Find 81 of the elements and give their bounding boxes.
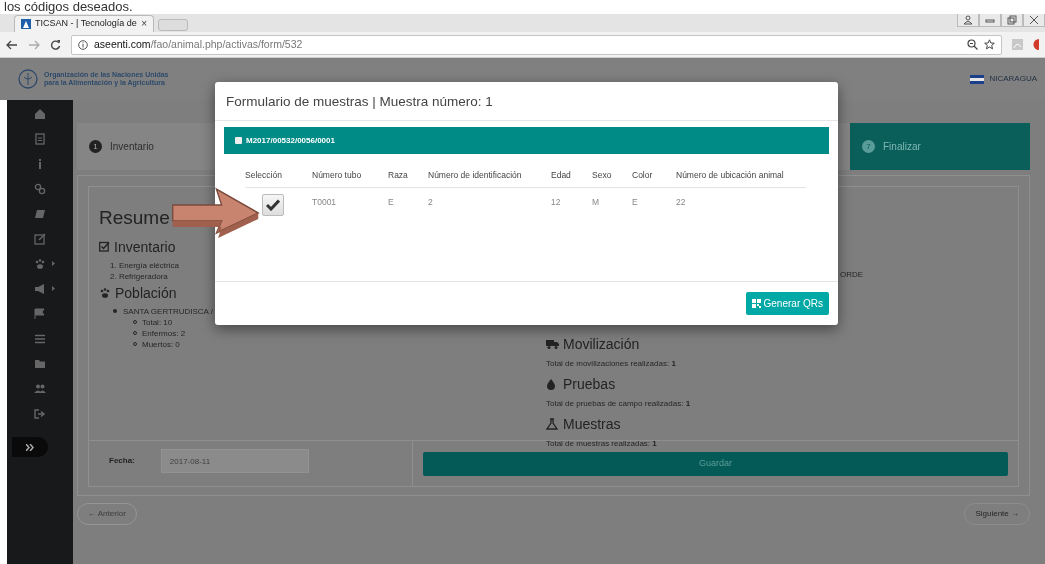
tab-close-button[interactable]: × [141, 19, 147, 29]
double-chevron-icon [26, 443, 34, 451]
profile-icon[interactable] [963, 15, 973, 25]
folder-icon[interactable] [34, 358, 46, 370]
country-name[interactable]: NICARAGUA [989, 73, 1037, 85]
close-icon[interactable] [1029, 15, 1039, 25]
list-item: Enfermos: 2 [142, 327, 186, 339]
table-cell: E [388, 196, 394, 207]
summary-text: Total de muestras realizadas: 1 [546, 438, 658, 450]
sidebar-toggle-button[interactable] [12, 437, 48, 457]
checkbox[interactable] [262, 193, 284, 216]
users-icon[interactable] [34, 383, 46, 395]
document-icon[interactable] [34, 133, 46, 145]
summary-text: Total de movilizaciones realizadas: 1 [546, 358, 677, 370]
table-cell: 12 [551, 196, 561, 207]
table-cell: 22 [676, 196, 686, 207]
book-icon[interactable] [34, 208, 46, 220]
flag-icon[interactable] [34, 308, 46, 320]
list-item: Total: 10 [142, 316, 173, 328]
table-cell: 2 [428, 196, 433, 207]
caption-text: los códigos deseados. [3, 0, 134, 14]
wizard-step-tab[interactable]: 7 Finalizar [850, 123, 1030, 170]
column-header: Número tubo [312, 164, 388, 188]
home-icon[interactable] [34, 108, 46, 120]
flag-icon [970, 74, 985, 84]
section-heading: Pruebas [563, 375, 616, 393]
section-heading: Inventario [114, 237, 176, 256]
table-cell: E [632, 196, 638, 207]
globe-logo-icon [18, 69, 38, 89]
link-icon[interactable] [34, 183, 46, 195]
qr-code-icon [751, 299, 761, 308]
date-label: Fecha: [109, 455, 135, 467]
edit-icon[interactable] [34, 233, 46, 245]
flask-icon [546, 418, 559, 430]
section-heading: Población [115, 283, 177, 302]
list-icon[interactable] [34, 333, 46, 345]
column-header: Selección [245, 164, 312, 188]
save-button[interactable]: Guardar [423, 451, 1008, 476]
checkbox-icon [99, 241, 110, 253]
paw-icon [99, 286, 111, 299]
column-header: Raza [388, 164, 428, 188]
zoom-out-icon[interactable] [967, 39, 978, 50]
url-text: aseenti.com/fao/animal.php/activas/form/532 [94, 36, 303, 52]
paw-icon[interactable] [34, 258, 46, 270]
wizard-step-tab[interactable]: 1 Inventario [77, 123, 166, 170]
modal-title: Formulario de muestras | Muestra número: 1 [215, 82, 838, 121]
previous-button[interactable]: ← Anterior [77, 503, 137, 525]
bullet-icon [113, 309, 117, 314]
column-header: Color [632, 164, 676, 188]
forward-icon[interactable] [28, 39, 40, 50]
browser-tab[interactable]: TICSAN - | Tecnología de × [14, 15, 154, 32]
restore-icon[interactable] [1007, 15, 1017, 25]
column-header: Número de identificación [428, 164, 551, 188]
section-heading: Muestras [563, 415, 621, 433]
list-item: SANTA GERTRUDISCA / [123, 305, 213, 317]
group-code: M2017/00532/0056/0001 [246, 134, 335, 147]
megaphone-icon[interactable] [34, 283, 46, 295]
extension-icon[interactable] [1033, 39, 1039, 50]
section-title: Resume [99, 207, 171, 230]
reload-icon[interactable] [50, 39, 61, 50]
column-header: Sexo [592, 164, 632, 188]
section-heading: Movilización [563, 335, 640, 353]
info-icon [78, 39, 88, 50]
list-item: 1. Energía eléctrica [110, 259, 180, 271]
star-icon[interactable] [984, 39, 995, 50]
checkbox[interactable] [235, 137, 242, 144]
truck-icon [546, 338, 559, 350]
site-logo-icon [21, 19, 31, 29]
summary-text: Total de pruebas de campo realizadas: 1 [546, 398, 692, 410]
table-cell: T0001 [312, 196, 337, 207]
checkmark-icon [266, 198, 280, 211]
text-fragment: ORDE [840, 269, 864, 281]
table-cell: M [592, 196, 600, 207]
list-item: 2. Refrigeradora [110, 270, 169, 282]
address-bar[interactable]: aseenti.com/fao/animal.php/activas/form/532 [71, 34, 1002, 55]
back-icon[interactable] [6, 39, 18, 50]
sign-out-icon[interactable] [34, 408, 46, 420]
tab-title: TICSAN - | Tecnología de [35, 17, 137, 31]
column-header: Edad [551, 164, 592, 188]
column-header: Número de ubicación animal [676, 164, 806, 188]
generate-qr-button[interactable]: Generar QRs [745, 292, 829, 315]
